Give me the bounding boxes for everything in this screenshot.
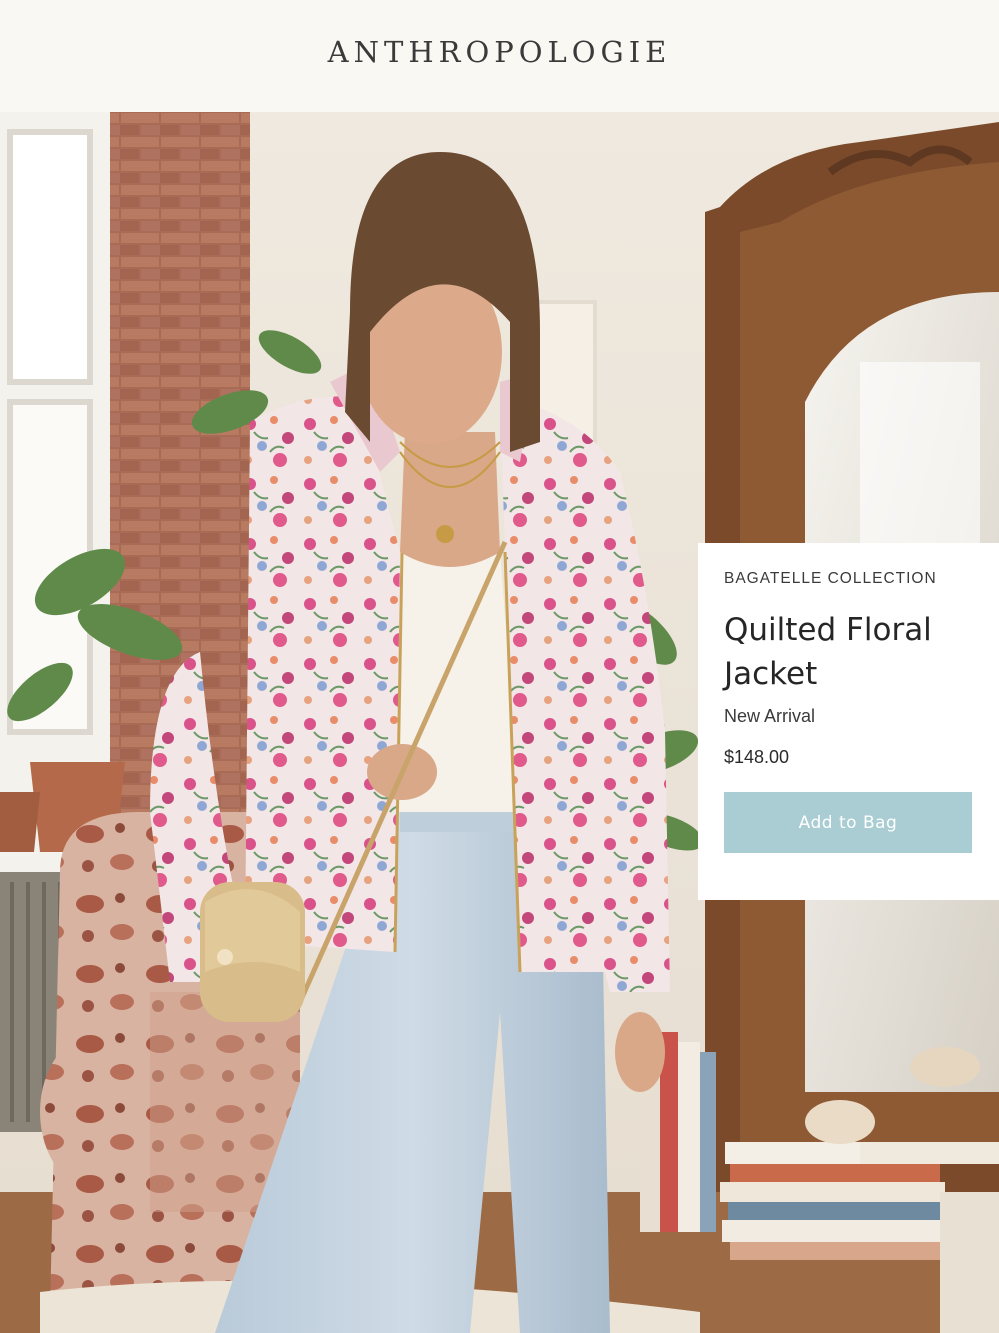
- new-arrival-badge: New Arrival: [724, 706, 816, 726]
- site-header: ANTHROPOLOGIE: [0, 0, 999, 112]
- product-title-line1: Quilted Floral: [724, 612, 932, 648]
- add-to-bag-button[interactable]: Add to Bag: [724, 792, 972, 853]
- product-title-line2: Jacket: [724, 656, 818, 692]
- product-title: Quilted Floral Jacket: [724, 608, 973, 696]
- collection-label[interactable]: BAGATELLE COLLECTION: [724, 570, 973, 588]
- product-price: $148.00: [724, 747, 790, 767]
- product-page: ANTHROPOLOGIE BAGATELLE COLLECTION Quilt…: [0, 0, 999, 1333]
- brand-logo[interactable]: ANTHROPOLOGIE: [328, 35, 672, 69]
- product-card: BAGATELLE COLLECTION Quilted Floral Jack…: [698, 543, 999, 900]
